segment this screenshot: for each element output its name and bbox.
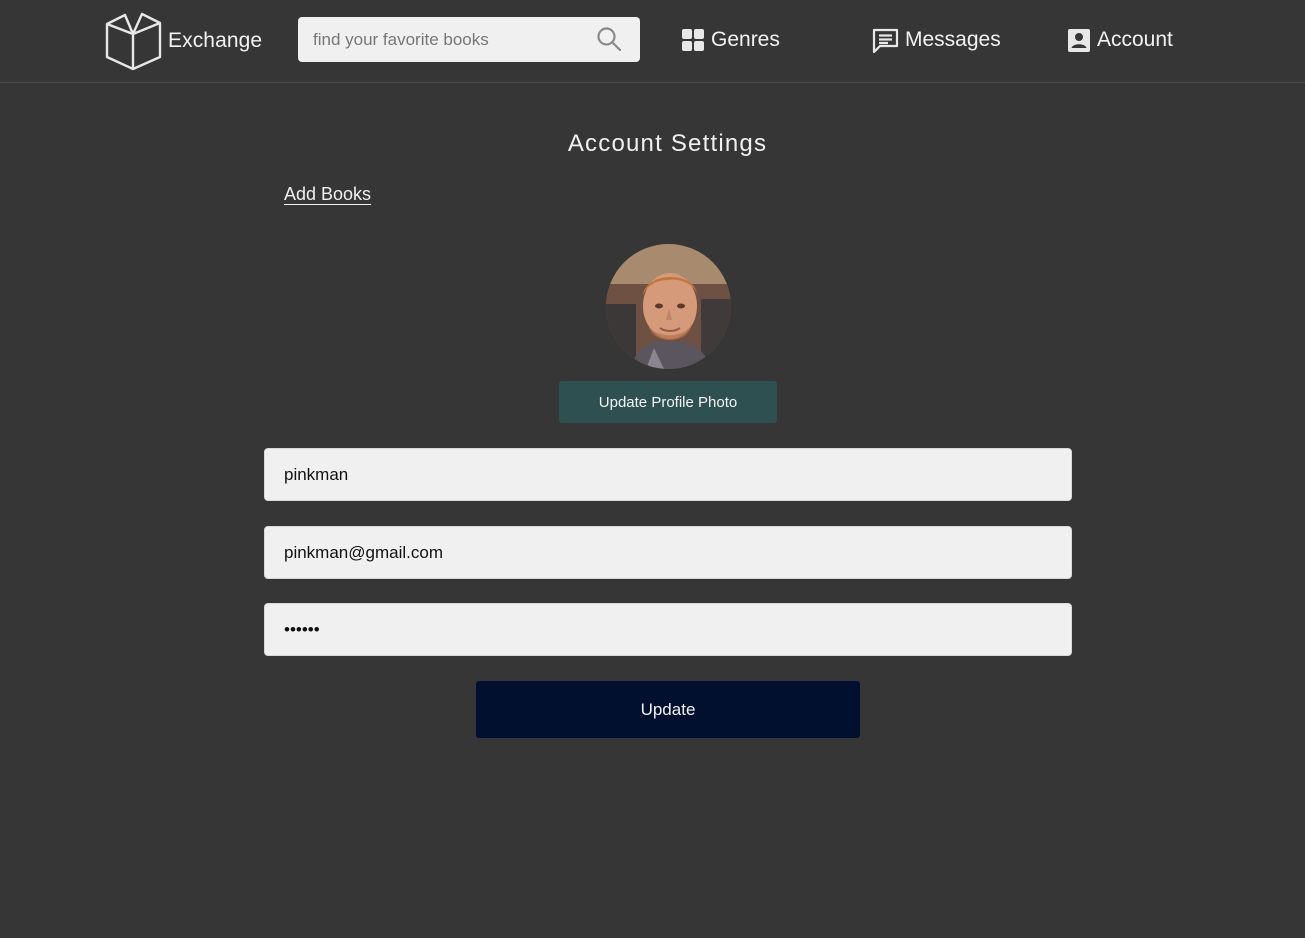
open-book-icon <box>105 12 162 71</box>
nav-account-label: Account <box>1097 28 1173 51</box>
nav-messages[interactable]: Messages <box>872 22 1001 58</box>
search-icon[interactable] <box>596 26 622 52</box>
add-books-link[interactable]: Add Books <box>284 184 371 205</box>
nav-messages-label: Messages <box>905 28 1001 51</box>
email-field[interactable] <box>264 526 1072 579</box>
profile-photo <box>606 244 731 369</box>
nav-genres[interactable]: Genres <box>681 22 780 58</box>
search-bar <box>298 17 640 62</box>
update-button[interactable]: Update <box>476 681 860 738</box>
grid-icon <box>682 29 704 51</box>
account-icon <box>1068 28 1090 52</box>
avatar <box>606 244 731 369</box>
search-input[interactable] <box>298 17 578 62</box>
brand-name: Exchange <box>168 29 263 52</box>
message-icon <box>872 28 899 53</box>
page-title: Account Settings <box>567 130 768 157</box>
username-field[interactable] <box>264 448 1072 501</box>
nav-genres-label: Genres <box>711 28 780 51</box>
navbar: Exchange Genres Messages <box>0 0 1305 83</box>
nav-account[interactable]: Account <box>1067 22 1173 58</box>
update-profile-photo-button[interactable]: Update Profile Photo <box>559 381 777 423</box>
password-field[interactable] <box>264 603 1072 656</box>
brand-link[interactable]: Exchange <box>105 11 262 71</box>
